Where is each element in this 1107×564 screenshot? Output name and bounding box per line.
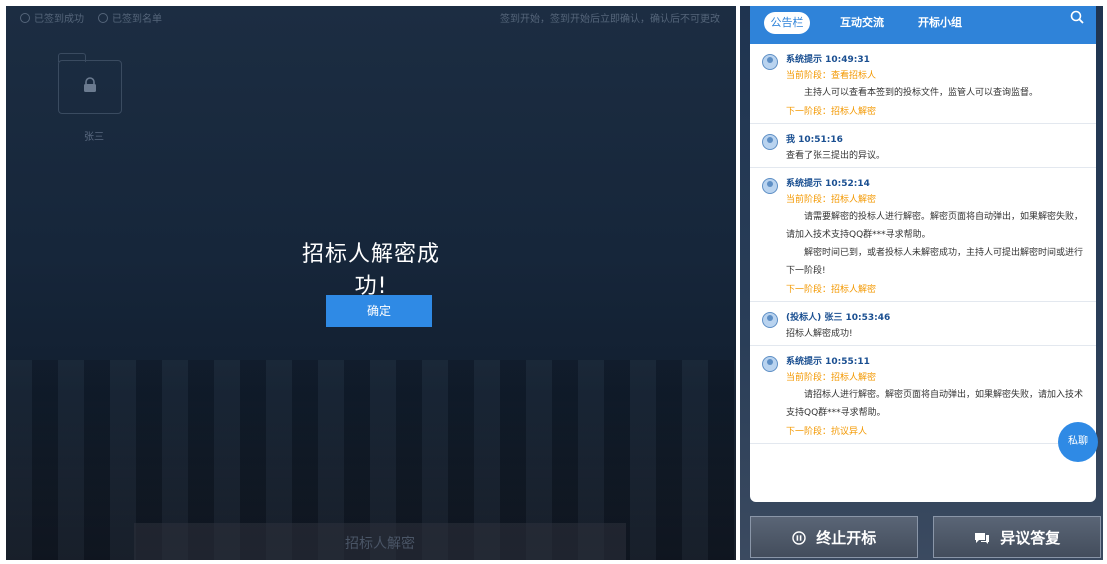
confirm-button[interactable]: 确定 [326,295,432,327]
objection-reply-label: 异议答复 [1000,529,1061,547]
tab-interaction[interactable]: 互动交流 [840,12,884,34]
bidder-folder[interactable] [58,53,122,114]
avatar [762,134,778,150]
tab-opening-team[interactable]: 开标小组 [918,12,962,34]
check-circle-icon [20,12,30,23]
message-body: 解密时间已到，或者投标人未解密成功，主持人可提出解密时间或进行下一阶段! [786,248,1084,276]
bidder-decrypt-bar[interactable]: 招标人解密 [134,523,626,560]
avatar [762,54,778,70]
search-icon[interactable] [1070,10,1084,28]
signin-success-label: 已签到成功 [34,14,84,25]
message-text: 招标人解密成功! [786,329,853,339]
panel-card: 公告栏 互动交流 开标小组 系统提示 10:49:31 当前阶段：查看招标人 主… [750,6,1096,502]
stop-opening-label: 终止开标 [816,529,877,547]
message-head: 系统提示 10:49:31 [786,55,870,65]
check-circle-icon [98,12,108,23]
message-head: 我 10:51:16 [786,135,843,145]
decrypt-success-title: 招标人解密成功! [301,242,440,299]
tab-bulletin[interactable]: 公告栏 [764,12,810,34]
message-body: 请招标人进行解密。解密页面将自动弹出，如果解密失败，请加入技术支持QQ群***寻… [786,390,1084,418]
message-current-stage: 当前阶段：招标人解密 [786,195,877,205]
list-item: 系统提示 10:49:31 当前阶段：查看招标人 主持人可以查看本签到的投标文件… [750,44,1096,124]
signin-success-check[interactable]: 已签到成功 [20,10,84,25]
message-current-stage: 当前阶段：招标人解密 [786,373,877,383]
objection-reply-button[interactable]: 异议答复 [933,516,1101,558]
stop-circle-icon [792,531,810,547]
message-head: (投标人) 张三 10:53:46 [786,313,891,323]
list-item: 系统提示 10:52:14 当前阶段：招标人解密 请需要解密的投标人进行解密。解… [750,168,1096,302]
side-panel: 公告栏 互动交流 开标小组 系统提示 10:49:31 当前阶段：查看招标人 主… [740,6,1103,560]
list-item: 系统提示 10:55:11 当前阶段：招标人解密 请招标人进行解密。解密页面将自… [750,346,1096,444]
message-body: 主持人可以查看本签到的投标文件，监管人可以查询监督。 [804,88,1039,98]
signin-list-check[interactable]: 已签到名单 [98,10,162,25]
list-item: (投标人) 张三 10:53:46 招标人解密成功! [750,302,1096,346]
message-next-stage: 下一阶段：抗议异人 [786,427,868,437]
signin-list-label: 已签到名单 [112,14,162,25]
stage-notice: 签到开始，签到开始后立即确认，确认后不可更改 [500,14,720,25]
message-body: 请需要解密的投标人进行解密。解密页面将自动弹出，如果解密失败，请加入技术支持QQ… [786,212,1084,240]
lock-icon [83,77,97,97]
message-next-stage: 下一阶段：招标人解密 [786,107,877,117]
message-next-stage: 下一阶段：招标人解密 [786,285,877,295]
message-feed[interactable]: 系统提示 10:49:31 当前阶段：查看招标人 主持人可以查看本签到的投标文件… [750,44,1096,502]
avatar [762,178,778,194]
avatar [762,312,778,328]
folder-label: 张三 [84,132,104,143]
message-head: 系统提示 10:55:11 [786,357,870,367]
chat-bubble-icon [974,531,994,547]
message-text: 查看了张三提出的异议。 [786,151,886,161]
avatar [762,356,778,372]
message-head: 系统提示 10:52:14 [786,179,870,189]
message-current-stage: 当前阶段：查看招标人 [786,71,877,81]
panel-tabbar: 公告栏 互动交流 开标小组 [750,6,1096,44]
private-chat-button[interactable]: 私聊 [1058,422,1098,462]
stage-top-left: 已签到成功 已签到名单 [20,10,162,25]
list-item: 我 10:51:16 查看了张三提出的异议。 [750,124,1096,168]
bidding-stage: 已签到成功 已签到名单 签到开始，签到开始后立即确认，确认后不可更改 张三 招标… [6,6,736,560]
stop-opening-button[interactable]: 终止开标 [750,516,918,558]
folder-tab [58,53,86,62]
